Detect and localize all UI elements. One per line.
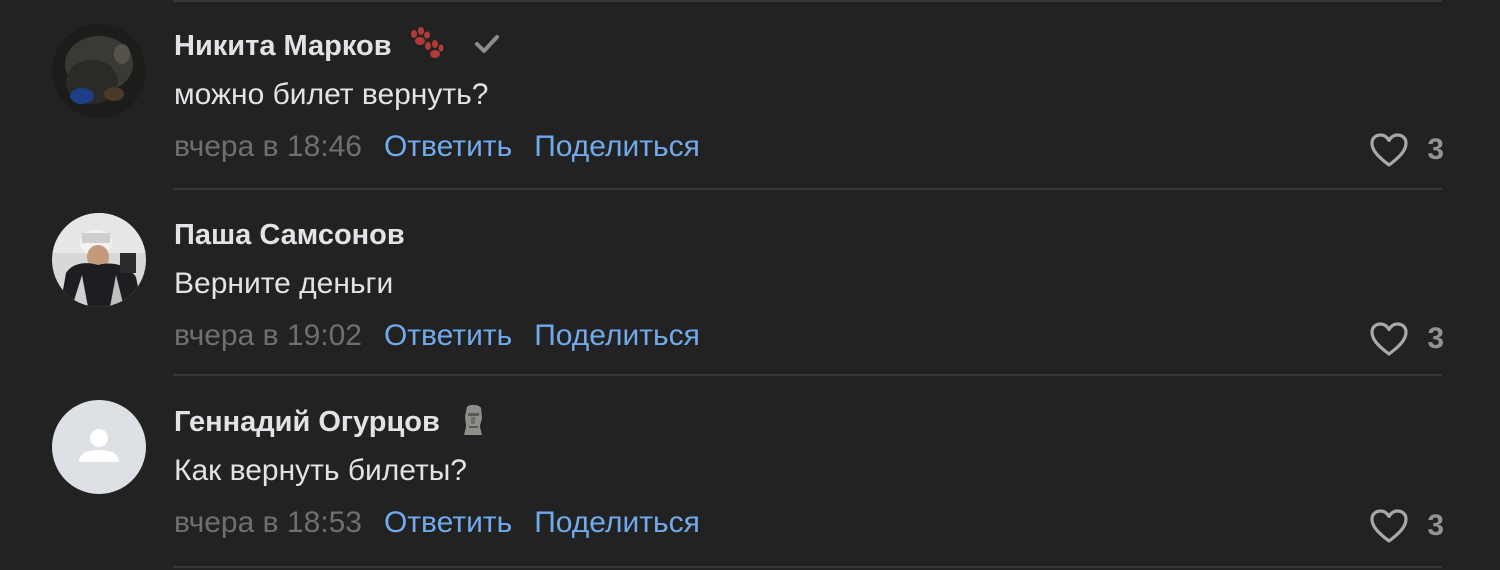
- like-button[interactable]: 3: [1369, 504, 1444, 548]
- author-row: Никита Марков: [174, 24, 500, 68]
- comment-item: Паша Самсонов Верните деньги вчера в 19:…: [0, 189, 1500, 374]
- like-count: 3: [1427, 133, 1444, 166]
- like-button[interactable]: 3: [1369, 317, 1444, 361]
- like-button[interactable]: 3: [1369, 128, 1444, 172]
- comment-time[interactable]: вчера в 18:46: [174, 130, 362, 164]
- comment-meta: вчера в 19:02 Ответить Поделиться: [174, 319, 700, 353]
- avatar-photo: [52, 213, 146, 307]
- reply-button[interactable]: Ответить: [384, 319, 512, 353]
- author-name[interactable]: Паша Самсонов: [174, 219, 405, 252]
- share-button[interactable]: Поделиться: [534, 506, 700, 540]
- comment-text: Как вернуть билеты?: [174, 454, 467, 487]
- comment-text: Верните деньги: [174, 267, 394, 300]
- comment-item: Геннадий Огурцов Как вернуть билеты? вче…: [0, 376, 1500, 561]
- avatar[interactable]: [52, 400, 146, 494]
- like-count: 3: [1427, 509, 1444, 542]
- author-name[interactable]: Геннадий Огурцов: [174, 406, 440, 439]
- author-row: Паша Самсонов: [174, 213, 405, 257]
- moai-icon: [460, 403, 486, 442]
- reply-button[interactable]: Ответить: [384, 130, 512, 164]
- comment-time[interactable]: вчера в 18:53: [174, 506, 362, 540]
- default-avatar-icon: [52, 400, 146, 494]
- like-count: 3: [1427, 322, 1444, 355]
- avatar-photo: [52, 24, 146, 118]
- comment-item: Никита Марков можно билет вернуть? вчера…: [0, 0, 1500, 185]
- checkmark-icon: [474, 33, 500, 60]
- comment-text: можно билет вернуть?: [174, 78, 489, 111]
- comment-meta: вчера в 18:53 Ответить Поделиться: [174, 506, 700, 540]
- paw-prints-icon: [408, 26, 444, 66]
- share-button[interactable]: Поделиться: [534, 130, 700, 164]
- share-button[interactable]: Поделиться: [534, 319, 700, 353]
- author-row: Геннадий Огурцов: [174, 400, 486, 444]
- divider: [173, 566, 1442, 568]
- author-name[interactable]: Никита Марков: [174, 30, 392, 63]
- comment-meta: вчера в 18:46 Ответить Поделиться: [174, 130, 700, 164]
- comment-time[interactable]: вчера в 19:02: [174, 319, 362, 353]
- avatar[interactable]: [52, 213, 146, 307]
- heart-icon: [1370, 322, 1408, 356]
- heart-icon: [1370, 133, 1408, 167]
- heart-icon: [1370, 509, 1408, 543]
- reply-button[interactable]: Ответить: [384, 506, 512, 540]
- avatar[interactable]: [52, 24, 146, 118]
